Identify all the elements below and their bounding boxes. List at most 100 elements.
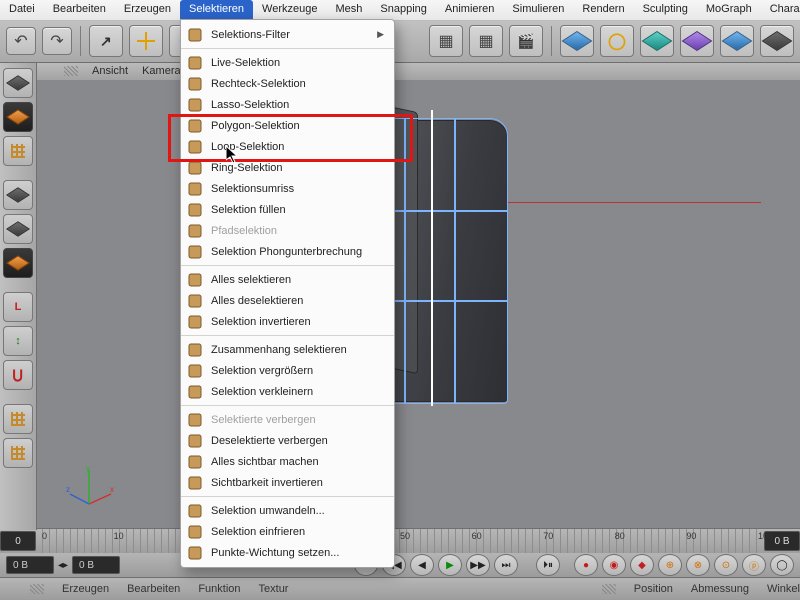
tab-bearbeiten[interactable]: Bearbeiten [127,583,180,595]
play-forward-button[interactable]: ▶ [438,554,462,576]
axis-toggle-button[interactable]: ↕ [3,326,33,356]
menu-item-selektion-invertieren[interactable]: Selektion invertieren [181,311,394,332]
tab-textur[interactable]: Textur [259,583,289,595]
render-view-button[interactable] [429,25,463,57]
menu-item-loop-selektion[interactable]: Loop-Selektion [181,136,394,157]
autokey-button[interactable]: ◉ [602,554,626,576]
viewport-3d-canvas[interactable]: x y z [36,80,800,530]
axis-x-button[interactable]: L [3,292,33,322]
menu-item-rendern[interactable]: Rendern [573,0,633,20]
menu-item-simulieren[interactable]: Simulieren [503,0,573,20]
goto-end-button[interactable]: ⏭ [494,554,518,576]
camera-button[interactable] [760,25,794,57]
key-pla-button[interactable]: ◯ [770,554,794,576]
picture-viewer-button[interactable] [509,25,543,57]
points-mode-button[interactable] [3,180,33,210]
move-tool-button[interactable] [129,25,163,57]
range-field[interactable]: 0 B [72,556,120,574]
deformer-button[interactable] [680,25,714,57]
menu-item-snapping[interactable]: Snapping [371,0,436,20]
tab-winkel[interactable]: Winkel [767,583,800,595]
loop-button[interactable]: ⏵⏸ [536,554,560,576]
pointer-icon [100,33,112,50]
step-forward-button[interactable]: ▶▶ [466,554,490,576]
menu-item-icon [187,503,203,519]
menu-item-selektion-vergr-ern[interactable]: Selektion vergrößern [181,360,394,381]
workplane-button[interactable] [3,404,33,434]
key-scale-button[interactable]: ⊗ [686,554,710,576]
render-settings-button[interactable] [469,25,503,57]
menu-item-sculpting[interactable]: Sculpting [634,0,697,20]
cube-icon [562,31,593,51]
tab-abmessung[interactable]: Abmessung [691,583,749,595]
menu-item-alles-sichtbar-machen[interactable]: Alles sichtbar machen [181,451,394,472]
menu-item-lasso-selektion[interactable]: Lasso-Selektion [181,94,394,115]
grid-icon [11,144,25,158]
tab-erzeugen[interactable]: Erzeugen [62,583,109,595]
menu-item-charak[interactable]: Charak [761,0,800,20]
menu-item-mesh[interactable]: Mesh [326,0,371,20]
timeline-track[interactable]: 0102030405060708090100 [42,529,758,553]
menu-item-label: Deselektierte verbergen [211,435,328,447]
menu-item-werkzeuge[interactable]: Werkzeuge [253,0,326,20]
undo-button[interactable] [6,27,36,55]
current-frame-field[interactable]: 0 B [6,556,54,574]
record-button[interactable]: ● [574,554,598,576]
menu-item-erzeugen[interactable]: Erzeugen [115,0,180,20]
menu-item-icon [187,76,203,92]
menu-item-ring-selektion[interactable]: Ring-Selektion [181,157,394,178]
menu-item-animieren[interactable]: Animieren [436,0,504,20]
key-pos-button[interactable]: ⊕ [658,554,682,576]
menu-item-alles-selektieren[interactable]: Alles selektieren [181,269,394,290]
menu-item-selektions-filter[interactable]: Selektions-Filter▶ [181,24,394,45]
timeline-start-frame[interactable]: 0 [0,531,36,551]
menu-item-sichtbarkeit-invertieren[interactable]: Sichtbarkeit invertieren [181,472,394,493]
menu-item-deselektierte-verbergen[interactable]: Deselektierte verbergen [181,430,394,451]
menu-item-selektionsumriss[interactable]: Selektionsumriss [181,178,394,199]
drag-handle-icon[interactable] [64,66,78,76]
timeline-tick: 60 [472,531,482,541]
menu-item-icon [187,475,203,491]
key-param-button[interactable]: ⓟ [742,554,766,576]
menu-item-bearbeiten[interactable]: Bearbeiten [44,0,115,20]
spline-button[interactable] [600,25,634,57]
menu-item-selektion-einfrieren[interactable]: Selektion einfrieren [181,521,394,542]
menu-item-selektion-verkleinern[interactable]: Selektion verkleinern [181,381,394,402]
floor-icon [722,31,753,51]
model-mode-button[interactable] [3,68,33,98]
redo-button[interactable] [42,27,72,55]
locked-workplane-button[interactable] [3,438,33,468]
tab-position[interactable]: Position [634,583,673,595]
primitive-cube-button[interactable] [560,25,594,57]
menu-item-selektieren[interactable]: Selektieren [180,0,253,20]
generator-icon [642,31,673,51]
object-mode-button[interactable] [3,102,33,132]
menu-item-mograph[interactable]: MoGraph [697,0,761,20]
menu-item-punkte-wichtung-setzen-[interactable]: Punkte-Wichtung setzen... [181,542,394,563]
menu-item-rechteck-selektion[interactable]: Rechteck-Selektion [181,73,394,94]
drag-handle-icon[interactable] [602,584,616,594]
play-back-button[interactable]: ◀ [410,554,434,576]
menu-item-selektion-umwandeln-[interactable]: Selektion umwandeln... [181,500,394,521]
keyframe-button[interactable]: ◆ [630,554,654,576]
menu-item-selektion-f-llen[interactable]: Selektion füllen [181,199,394,220]
environment-button[interactable] [720,25,754,57]
menu-item-alles-deselektieren[interactable]: Alles deselektieren [181,290,394,311]
drag-handle-icon[interactable] [30,584,44,594]
texture-mode-button[interactable] [3,136,33,166]
menu-item-datei[interactable]: Datei [0,0,44,20]
polygons-mode-button[interactable] [3,248,33,278]
tab-funktion[interactable]: Funktion [198,583,240,595]
snap-button[interactable] [3,360,33,390]
menu-item-polygon-selektion[interactable]: Polygon-Selektion [181,115,394,136]
menu-item-live-selektion[interactable]: Live-Selektion [181,52,394,73]
menu-item-zusammenhang-selektieren[interactable]: Zusammenhang selektieren [181,339,394,360]
move-icon [137,32,155,50]
edges-mode-button[interactable] [3,214,33,244]
generator-button[interactable] [640,25,674,57]
select-tool-button[interactable] [89,25,123,57]
viewport-tab-ansicht[interactable]: Ansicht [92,65,128,77]
menu-item-selektion-phongunterbrechung[interactable]: Selektion Phongunterbrechung [181,241,394,262]
key-rot-button[interactable]: ⊙ [714,554,738,576]
timeline-ruler[interactable]: 0 0102030405060708090100 0 B [0,528,800,554]
